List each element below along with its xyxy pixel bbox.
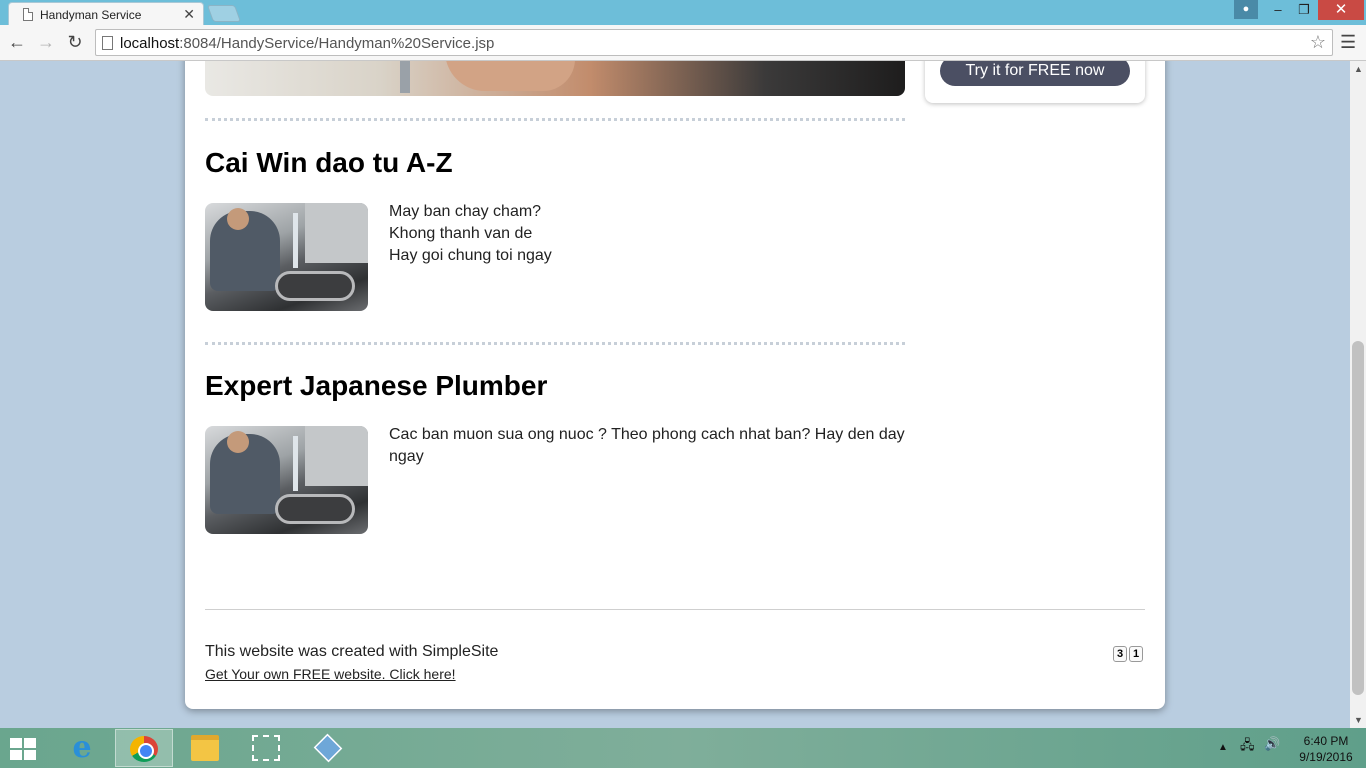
address-bar[interactable]: localhost:8084/HandyService/Handyman%20S… (95, 29, 1333, 56)
signup-box: Try it for FREE now (925, 61, 1145, 103)
minimize-button[interactable]: – (1265, 0, 1291, 20)
scrollbar-thumb[interactable] (1352, 341, 1364, 695)
plumber-image (205, 426, 368, 534)
start-button[interactable] (10, 738, 38, 760)
section-description: May ban chay cham? Khong thanh van de Ha… (389, 203, 552, 264)
file-explorer-taskbar-icon[interactable] (177, 729, 235, 767)
tab-close-icon[interactable]: ✕ (183, 6, 195, 23)
close-window-button[interactable]: ✕ (1318, 0, 1364, 20)
plumber-image (205, 203, 368, 311)
visit-counter-digit: 3 (1113, 646, 1127, 662)
section-divider (205, 342, 905, 345)
scroll-up-icon[interactable]: ▲ (1354, 64, 1363, 74)
system-clock[interactable]: 6:40 PM 9/19/2016 (1296, 733, 1356, 765)
vertical-scrollbar[interactable]: ▲ ▼ (1350, 61, 1366, 728)
forward-arrow-icon[interactable]: → (35, 32, 57, 53)
reload-icon[interactable]: ↻ (64, 32, 86, 53)
footer-divider (205, 609, 1145, 610)
virtualbox-taskbar-icon[interactable] (300, 729, 358, 767)
browser-toolbar: ← → ↻ localhost:8084/HandyService/Handym… (0, 25, 1366, 61)
user-profile-icon[interactable]: ● (1234, 0, 1258, 19)
browser-tab[interactable]: Handyman Service ✕ (8, 2, 204, 26)
back-arrow-icon[interactable]: ← (6, 32, 28, 53)
url-text[interactable]: localhost:8084/HandyService/Handyman%20S… (120, 35, 494, 52)
tool-app-taskbar-icon[interactable] (238, 729, 296, 767)
chrome-menu-icon[interactable]: ☰ (1340, 32, 1356, 53)
volume-icon[interactable]: 🔊 (1264, 736, 1280, 752)
page-icon (23, 8, 33, 21)
tab-title: Handyman Service (40, 8, 142, 22)
bookmark-star-icon[interactable]: ☆ (1310, 32, 1326, 53)
try-free-button[interactable]: Try it for FREE now (940, 61, 1130, 86)
hero-image (205, 61, 905, 96)
internet-explorer-taskbar-icon[interactable]: e (54, 729, 112, 767)
visit-counter-digit: 1 (1129, 646, 1143, 662)
new-tab-button[interactable] (206, 5, 242, 22)
content-sheet: Try it for FREE now Cai Win dao tu A-Z M… (185, 61, 1165, 709)
network-icon[interactable]: 🖧 (1240, 736, 1255, 758)
page-info-icon[interactable] (102, 36, 113, 50)
page-viewport: Try it for FREE now Cai Win dao tu A-Z M… (0, 61, 1350, 728)
show-hidden-icons-icon[interactable]: ▲ (1218, 742, 1228, 753)
chrome-taskbar-icon[interactable] (115, 729, 173, 767)
windows-taskbar: e ▲ 🖧 🔊 6:40 PM 9/19/2016 (0, 728, 1366, 768)
section-title: Cai Win dao tu A-Z (205, 147, 453, 178)
section-description: Cac ban muon sua ong nuoc ? Theo phong c… (389, 426, 905, 465)
section-divider (205, 118, 905, 121)
footer-credit: This website was created with SimpleSite (205, 643, 499, 660)
scroll-down-icon[interactable]: ▼ (1354, 715, 1363, 725)
title-bar: Handyman Service ✕ ● – ❐ ✕ (0, 0, 1366, 26)
restore-button[interactable]: ❐ (1291, 0, 1317, 20)
free-website-link[interactable]: Get Your own FREE website. Click here! (205, 666, 456, 682)
section-title: Expert Japanese Plumber (205, 370, 548, 401)
